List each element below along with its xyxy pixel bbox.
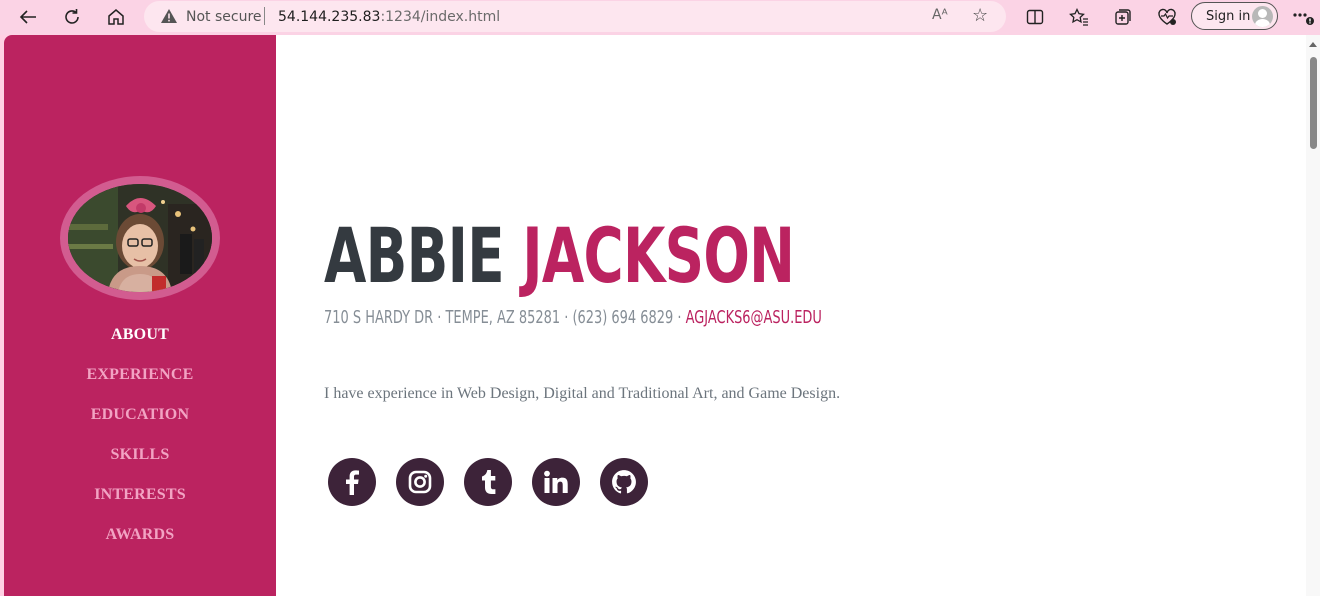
- favorite-star-icon[interactable]: ☆: [972, 5, 988, 26]
- linkedin-link[interactable]: [532, 458, 580, 506]
- refresh-button[interactable]: [58, 4, 86, 30]
- browser-essentials-button[interactable]: [1153, 4, 1181, 30]
- facebook-link[interactable]: [328, 458, 376, 506]
- nav-item-about[interactable]: ABOUT: [4, 326, 276, 344]
- profile-photo: [68, 184, 212, 292]
- address-bar[interactable]: Not secure 54.144.235.83:1234/index.html…: [144, 1, 1006, 32]
- sign-in-label: Sign in: [1206, 9, 1251, 24]
- favorites-icon: [1069, 8, 1088, 26]
- refresh-icon: [65, 9, 79, 24]
- github-link[interactable]: [600, 458, 648, 506]
- more-options-icon: [1293, 13, 1314, 25]
- collections-button[interactable]: [1109, 4, 1137, 30]
- nav-item-experience[interactable]: EXPERIENCE: [4, 366, 276, 384]
- home-icon: [108, 9, 124, 25]
- collections-icon: [1115, 9, 1131, 25]
- read-aloud-icon[interactable]: Aᴬ: [932, 7, 948, 23]
- address-separator: [264, 7, 265, 25]
- contact-line: 710 S HARDY DR · TEMPE, AZ 85281 · (623)…: [324, 307, 822, 329]
- nav-item-interests[interactable]: INTERESTS: [4, 486, 276, 504]
- nav-item-education[interactable]: EDUCATION: [4, 406, 276, 424]
- linkedin-icon: [544, 470, 568, 493]
- intro-text: I have experience in Web Design, Digital…: [324, 385, 841, 402]
- last-name: JACKSON: [522, 211, 795, 300]
- sidebar: ABOUT EXPERIENCE EDUCATION SKILLS INTERE…: [4, 35, 276, 596]
- favorites-button[interactable]: [1065, 4, 1093, 30]
- page-scrollbar[interactable]: [1306, 35, 1320, 596]
- profile-photo-frame: [60, 176, 220, 300]
- back-button[interactable]: [14, 4, 42, 30]
- instagram-link[interactable]: [396, 458, 444, 506]
- security-label[interactable]: Not secure: [186, 9, 262, 25]
- split-screen-icon: [1026, 9, 1044, 25]
- page-title: ABBIE JACKSON: [324, 211, 795, 301]
- home-button[interactable]: [102, 4, 130, 30]
- first-name: ABBIE: [324, 211, 505, 300]
- url-host: 54.144.235.83: [278, 9, 381, 25]
- email-link[interactable]: AGJACKS6@ASU.EDU: [686, 307, 822, 328]
- scroll-up-arrow-icon[interactable]: [1309, 42, 1317, 47]
- more-options-button[interactable]: [1290, 4, 1318, 30]
- nav-item-skills[interactable]: SKILLS: [4, 446, 276, 464]
- sign-in-button[interactable]: Sign in: [1191, 2, 1278, 30]
- url-text[interactable]: 54.144.235.83:1234/index.html: [278, 9, 500, 25]
- back-arrow-icon: [19, 10, 36, 24]
- instagram-icon: [408, 470, 432, 494]
- nav-item-awards[interactable]: AWARDS: [4, 526, 276, 544]
- tumblr-icon: [482, 470, 496, 494]
- split-screen-button[interactable]: [1021, 4, 1049, 30]
- profile-avatar-icon: [1252, 6, 1273, 27]
- warning-icon: [161, 9, 177, 23]
- contact-address: 710 S HARDY DR · TEMPE, AZ 85281 · (623)…: [324, 307, 686, 328]
- tumblr-link[interactable]: [464, 458, 512, 506]
- github-icon: [612, 470, 636, 494]
- heart-pulse-icon: [1158, 8, 1176, 25]
- page-viewport: ABOUT EXPERIENCE EDUCATION SKILLS INTERE…: [4, 35, 1320, 596]
- scroll-thumb[interactable]: [1310, 57, 1317, 149]
- url-path: :1234/index.html: [380, 9, 501, 25]
- facebook-icon: [346, 470, 359, 495]
- browser-toolbar: Not secure 54.144.235.83:1234/index.html…: [0, 0, 1320, 35]
